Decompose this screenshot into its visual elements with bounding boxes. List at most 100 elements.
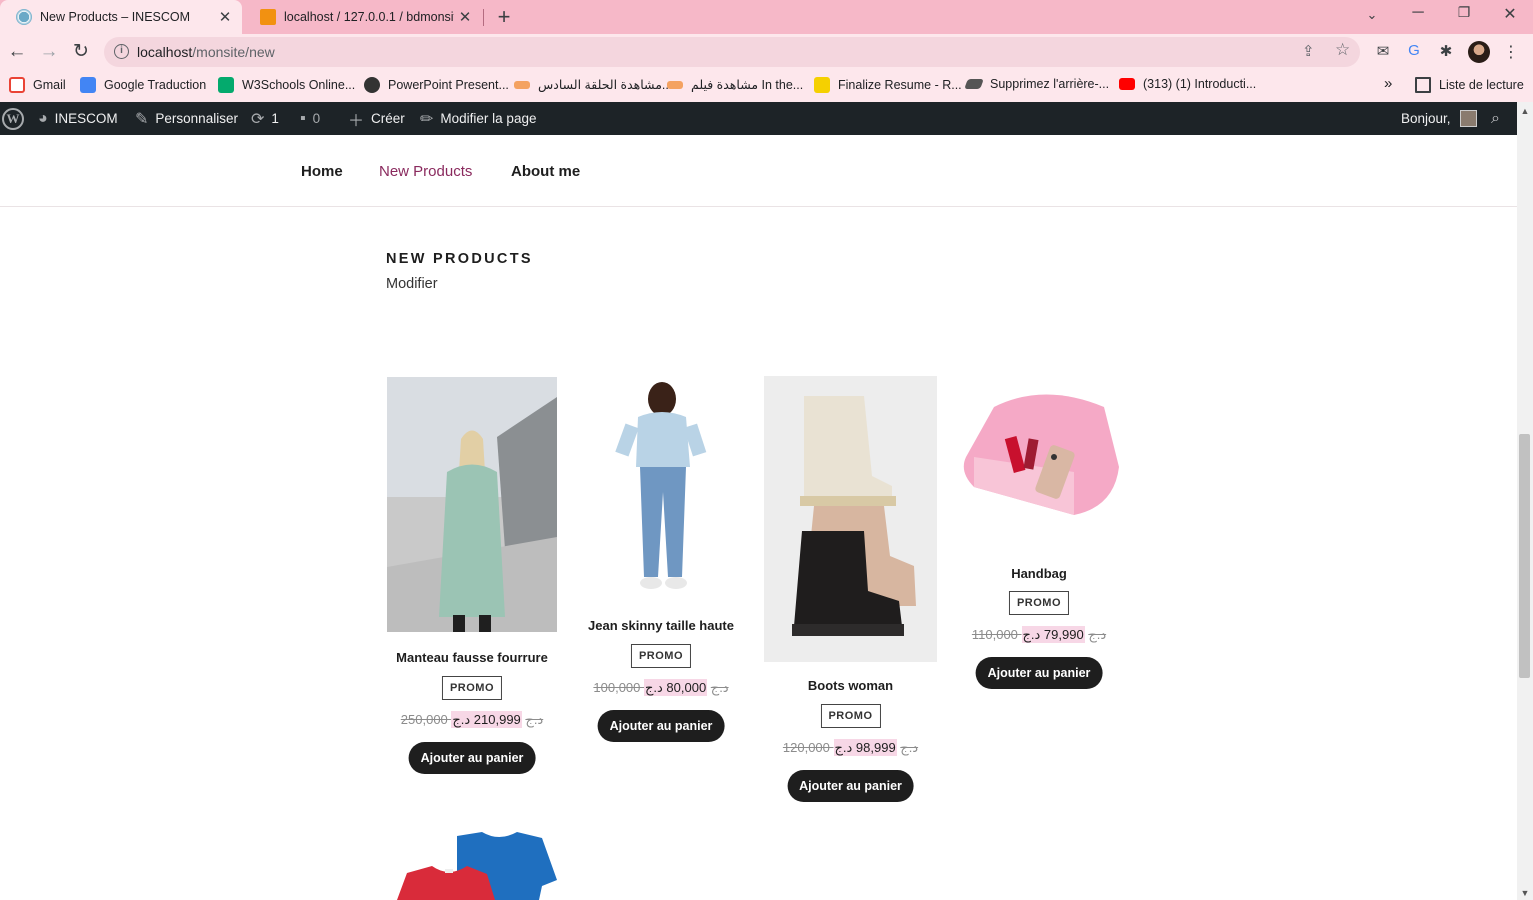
remove-bg-icon xyxy=(964,79,984,89)
browser-tab-bar: New Products – INESCOM ✕ localhost / 127… xyxy=(0,0,1533,34)
tab-search-icon[interactable]: ⌄ xyxy=(1357,7,1387,23)
product-name[interactable]: Jean skinny taille haute xyxy=(576,618,746,633)
product-image-handbag[interactable] xyxy=(954,377,1124,549)
youtube-icon xyxy=(1119,78,1135,90)
google-translate-icon xyxy=(80,77,96,93)
sale-price: 80,000 د.ج xyxy=(644,679,708,696)
product-price: 110,000 د.ج 79,990 د.ج xyxy=(954,626,1124,643)
site-favicon-icon xyxy=(16,9,32,25)
product-price: 120,000 د.ج 98,999 د.ج xyxy=(764,739,937,756)
admin-new[interactable]: ＋ Créer xyxy=(348,102,405,135)
dashboard-icon: ◕ xyxy=(38,109,48,127)
tab-divider xyxy=(483,9,484,26)
address-bar[interactable]: i localhost/monsite/new ⇪ ☆ xyxy=(104,37,1360,67)
product-name[interactable]: Boots woman xyxy=(764,678,937,693)
product-image-boots[interactable] xyxy=(764,376,937,662)
bookmark-arabic-episode[interactable]: مشاهدة الحلقة السادس... xyxy=(514,77,672,92)
add-to-cart-button[interactable]: Ajouter au panier xyxy=(975,657,1103,689)
sale-price: 210,999 د.ج xyxy=(451,711,522,728)
bookmark-gmail[interactable]: Gmail xyxy=(9,77,66,93)
product-price: 100,000 د.ج 80,000 د.ج xyxy=(576,679,746,696)
bookmarks-bar: Gmail Google Traduction W3Schools Online… xyxy=(0,70,1533,102)
browser-toolbar: ← → ↻ i localhost/monsite/new ⇪ ☆ ✉ G ✱ … xyxy=(0,34,1533,70)
close-tab-icon[interactable]: ✕ xyxy=(454,8,476,26)
add-to-cart-button[interactable]: Ajouter au panier xyxy=(597,710,725,742)
product-card: Jean skinny taille haute PROMO 100,000 د… xyxy=(576,377,746,777)
nav-new-products[interactable]: New Products xyxy=(379,163,472,180)
bookmarks-overflow-icon[interactable]: » xyxy=(1384,75,1392,92)
site-icon xyxy=(667,80,683,89)
add-to-cart-button[interactable]: Ajouter au panier xyxy=(408,742,536,774)
extensions-icon[interactable]: ✱ xyxy=(1436,42,1456,62)
phpmyadmin-icon xyxy=(260,9,276,25)
scroll-up-icon[interactable]: ▲ xyxy=(1517,106,1533,116)
new-tab-icon[interactable]: + xyxy=(492,4,516,30)
bookmark-youtube[interactable]: (313) (1) Introducti... xyxy=(1119,77,1256,91)
admin-customize[interactable]: ✎ Personnaliser xyxy=(135,102,238,135)
site-info-icon[interactable]: i xyxy=(114,44,129,59)
brush-icon: ✎ xyxy=(135,110,149,128)
updates-icon: ⟳ xyxy=(251,110,265,128)
wordpress-logo-icon[interactable]: W xyxy=(2,102,24,135)
reload-icon[interactable]: ↻ xyxy=(69,40,93,64)
add-to-cart-button[interactable]: Ajouter au panier xyxy=(787,770,914,802)
bookmark-finalize-resume[interactable]: Finalize Resume - R... xyxy=(814,77,962,93)
profile-avatar[interactable] xyxy=(1468,41,1490,63)
tab-title: localhost / 127.0.0.1 / bdmonsite xyxy=(284,10,454,24)
nav-about-me[interactable]: About me xyxy=(511,163,580,180)
tab-phpmyadmin[interactable]: localhost / 127.0.0.1 / bdmonsite ✕ xyxy=(244,0,482,34)
product-card: Boots woman PROMO 120,000 د.ج 98,999 د.ج… xyxy=(764,376,937,806)
jeans-photo xyxy=(576,377,746,597)
bookmark-star-icon[interactable]: ☆ xyxy=(1335,40,1350,60)
edit-page-link[interactable]: Modifier xyxy=(386,276,438,292)
product-name[interactable]: Manteau fausse fourrure xyxy=(387,650,557,665)
promo-badge: PROMO xyxy=(1008,591,1070,615)
admin-search-icon[interactable]: ⌕ xyxy=(1491,102,1500,135)
close-window-icon[interactable]: ✕ xyxy=(1495,4,1525,24)
reading-list-icon xyxy=(1415,77,1431,93)
admin-account[interactable]: Bonjour, xyxy=(1401,102,1477,135)
bookmark-remove-bg[interactable]: Supprimez l'arrière-... xyxy=(964,77,1109,91)
bookmark-w3schools[interactable]: W3Schools Online... xyxy=(218,77,355,93)
page-scrollbar[interactable]: ▲ ▼ xyxy=(1517,102,1533,900)
product-image-tshirts[interactable] xyxy=(387,828,557,900)
forward-icon[interactable]: → xyxy=(37,40,61,64)
product-image-coat[interactable] xyxy=(387,377,557,632)
admin-updates[interactable]: ⟳ 1 xyxy=(251,102,279,135)
tab-new-products[interactable]: New Products – INESCOM ✕ xyxy=(0,0,242,34)
sale-price: 79,990 د.ج xyxy=(1021,626,1085,643)
promo-badge: PROMO xyxy=(441,676,503,700)
back-icon[interactable]: ← xyxy=(5,40,29,64)
resume-icon xyxy=(814,77,830,93)
admin-edit-page[interactable]: ✏ Modifier la page xyxy=(420,102,536,135)
admin-site-name[interactable]: ◕ INESCOM xyxy=(38,102,118,135)
bookmark-powerpoint[interactable]: PowerPoint Present... xyxy=(364,77,509,93)
page-title: NEW PRODUCTS xyxy=(386,251,533,267)
product-card: Manteau fausse fourrure PROMO 250,000 د.… xyxy=(387,377,557,777)
minimize-icon[interactable]: ─ xyxy=(1403,4,1433,22)
reading-list[interactable]: Liste de lecture xyxy=(1415,77,1524,93)
gmail-checker-icon[interactable]: ✉ xyxy=(1373,42,1393,62)
share-icon[interactable]: ⇪ xyxy=(1302,42,1315,60)
scroll-down-icon[interactable]: ▼ xyxy=(1517,888,1533,898)
wp-admin-bar: W ◕ INESCOM ✎ Personnaliser ⟳ 1 ▪ 0 ＋ Créer ✏… xyxy=(0,102,1517,135)
product-image-jeans[interactable] xyxy=(576,377,746,597)
tab-title: New Products – INESCOM xyxy=(40,10,191,24)
coat-photo xyxy=(387,377,557,632)
scrollbar-thumb[interactable] xyxy=(1519,434,1530,678)
restore-icon[interactable]: ❐ xyxy=(1449,4,1479,21)
close-tab-icon[interactable]: ✕ xyxy=(214,8,236,26)
nav-home[interactable]: Home xyxy=(301,163,343,180)
menu-icon[interactable]: ⋮ xyxy=(1501,42,1521,62)
admin-comments[interactable]: ▪ 0 xyxy=(300,102,320,135)
plus-icon: ＋ xyxy=(348,112,365,130)
bookmark-arabic-film[interactable]: مشاهدة فيلم In the... xyxy=(667,77,803,92)
translate-extension-icon[interactable]: G xyxy=(1404,42,1424,62)
product-card: Handbag PROMO 110,000 د.ج 79,990 د.ج Ajo… xyxy=(954,377,1124,707)
user-avatar xyxy=(1459,110,1477,127)
tshirts-photo xyxy=(387,828,557,900)
pencil-icon: ✏ xyxy=(420,110,434,128)
bookmark-google-traduction[interactable]: Google Traduction xyxy=(80,77,206,93)
product-name[interactable]: Handbag xyxy=(954,566,1124,581)
boots-photo xyxy=(764,376,937,662)
